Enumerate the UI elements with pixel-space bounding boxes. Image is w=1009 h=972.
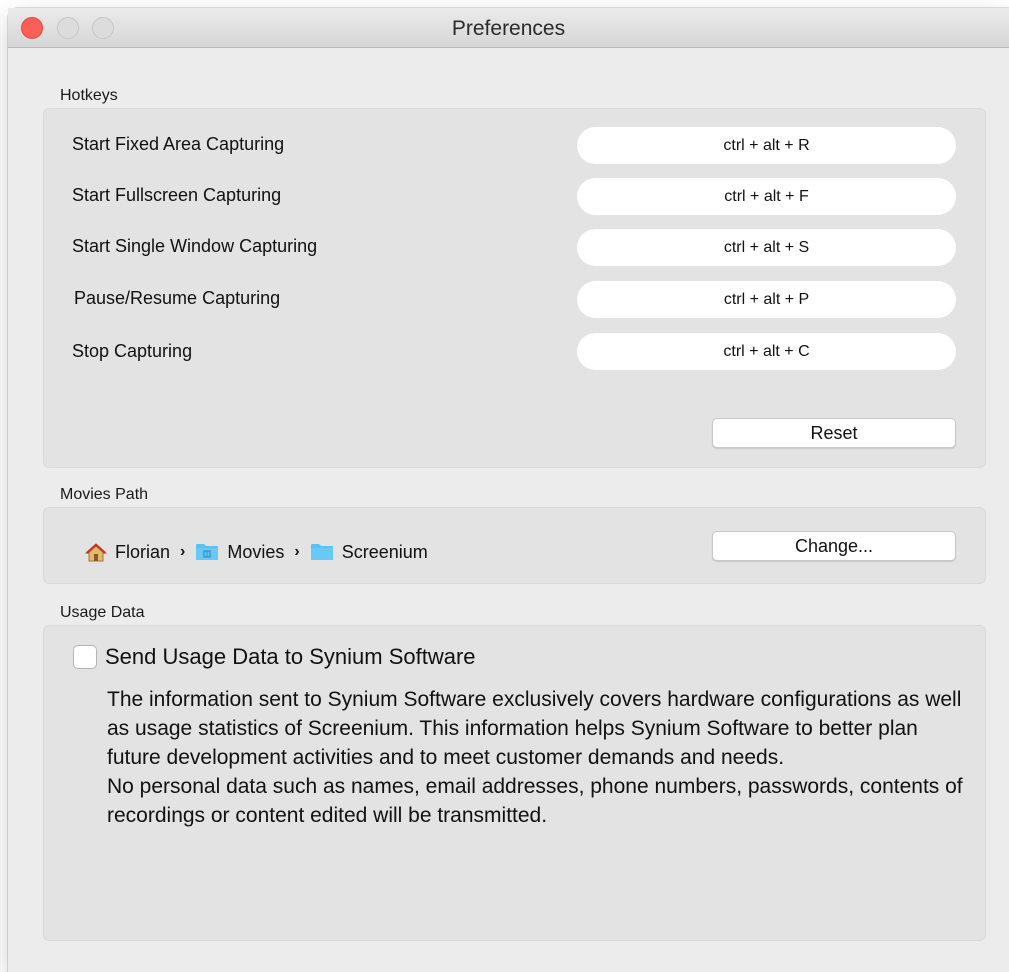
hotkey-field-stop[interactable]: ctrl + alt + C	[577, 333, 956, 370]
path-breadcrumb[interactable]: Florian › Movies › Screenium	[85, 540, 428, 564]
usage-description-paragraph: The information sent to Synium Software …	[107, 688, 962, 769]
movies-path-section-label: Movies Path	[60, 486, 149, 503]
usage-data-section-label: Usage Data	[60, 604, 145, 621]
path-segment-florian[interactable]: Florian	[85, 542, 170, 563]
folder-icon	[310, 544, 333, 560]
usage-description: The information sent to Synium Software …	[107, 685, 967, 830]
hotkey-field-fullscreen[interactable]: ctrl + alt + F	[577, 178, 956, 215]
path-separator-icon: ›	[294, 543, 300, 560]
reset-button[interactable]: Reset	[712, 418, 956, 448]
hotkey-label-single-window: Start Single Window Capturing	[72, 236, 318, 256]
send-usage-data-label[interactable]: Send Usage Data to Synium Software	[105, 644, 476, 670]
hotkey-label-fullscreen: Start Fullscreen Capturing	[72, 185, 282, 205]
hotkey-label-pause-resume: Pause/Resume Capturing	[74, 288, 281, 308]
hotkeys-section-label: Hotkeys	[60, 87, 118, 104]
window-title: Preferences	[451, 17, 566, 40]
send-usage-data-checkbox[interactable]	[73, 645, 97, 669]
path-label-florian: Florian	[115, 541, 171, 562]
hotkey-field-pause-resume[interactable]: ctrl + alt + P	[577, 281, 956, 318]
title-bar[interactable]: Preferences	[8, 8, 1009, 48]
path-segment-screenium[interactable]: Screenium	[310, 542, 428, 563]
hotkey-label-stop: Stop Capturing	[72, 341, 193, 361]
privacy-note-paragraph: No personal data such as names, email ad…	[107, 775, 963, 827]
path-segment-movies[interactable]: Movies	[195, 542, 284, 563]
hotkey-label-fixed-area: Start Fixed Area Capturing	[72, 134, 285, 154]
hotkey-field-fixed-area[interactable]: ctrl + alt + R	[577, 127, 956, 164]
path-separator-icon: ›	[180, 543, 186, 560]
movies-folder-icon	[196, 544, 219, 560]
path-label-movies: Movies	[227, 541, 285, 562]
hotkey-field-single-window[interactable]: ctrl + alt + S	[577, 229, 956, 266]
home-icon	[85, 543, 107, 562]
path-label-screenium: Screenium	[341, 541, 428, 562]
change-path-button[interactable]: Change...	[712, 531, 956, 561]
